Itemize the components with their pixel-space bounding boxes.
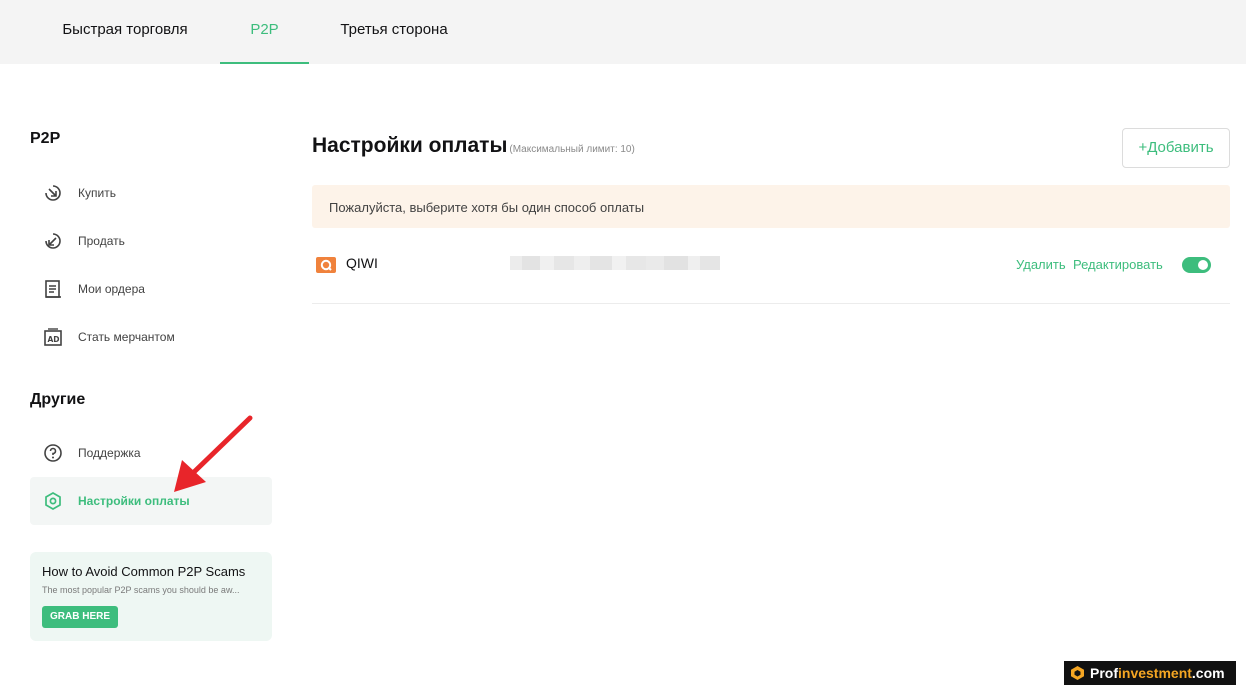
top-tab-bar: Быстрая торговля P2P Третья сторона	[0, 0, 1246, 64]
toggle-knob	[1198, 260, 1208, 270]
sidebar-item-label: Продать	[78, 234, 125, 248]
tab-third-party[interactable]: Третья сторона	[309, 0, 479, 64]
tab-p2p[interactable]: P2P	[220, 0, 309, 64]
sidebar-item-become-merchant[interactable]: AD Стать мерчантом	[30, 313, 272, 361]
promo-subtitle: The most popular P2P scams you should be…	[42, 585, 240, 595]
red-arrow-annotation	[174, 415, 253, 492]
watermark-text-prefix: Prof	[1090, 665, 1118, 681]
sidebar-item-buy[interactable]: Купить	[30, 169, 272, 217]
promo-card: How to Avoid Common P2P Scams The most p…	[30, 552, 272, 641]
sidebar-item-label: Мои ордера	[78, 282, 145, 296]
sidebar-heading-p2p: P2P	[30, 130, 61, 147]
buy-icon	[45, 185, 61, 201]
notice-text: Пожалуйста, выберите хотя бы один способ…	[329, 200, 645, 215]
svg-text:AD: AD	[48, 335, 60, 344]
tab-quick-trade[interactable]: Быстрая торговля	[30, 0, 220, 64]
edit-payment-button[interactable]: Редактировать	[1073, 257, 1163, 272]
promo-title: How to Avoid Common P2P Scams	[42, 564, 246, 579]
payment-method-row: QIWI Удалить Редактировать	[312, 240, 1230, 304]
payment-enabled-toggle[interactable]	[1182, 257, 1211, 273]
qiwi-logo-icon	[316, 257, 336, 273]
orders-icon	[45, 280, 61, 298]
limit-note: (Максимальный лимит: 10)	[509, 144, 635, 155]
watermark-logo-icon	[1071, 666, 1084, 680]
sidebar-item-orders[interactable]: Мои ордера	[30, 265, 272, 313]
grab-here-button[interactable]: GRAB HERE	[42, 606, 119, 628]
sidebar-item-sell[interactable]: Продать	[30, 217, 272, 265]
sidebar-item-label: Поддержка	[78, 446, 141, 460]
add-payment-button[interactable]: +Добавить	[1122, 128, 1230, 168]
sidebar-item-label: Купить	[78, 186, 116, 200]
notice-banner: Пожалуйста, выберите хотя бы один способ…	[312, 185, 1230, 228]
delete-payment-button[interactable]: Удалить	[1016, 257, 1066, 272]
sidebar-item-label: Стать мерчантом	[78, 330, 175, 344]
payment-settings-icon	[45, 492, 61, 510]
page-title-text: Настройки оплаты	[312, 134, 508, 157]
support-icon	[44, 444, 62, 462]
sell-icon	[45, 233, 61, 249]
watermark-text-suffix: .com	[1191, 665, 1225, 681]
masked-account-number	[510, 256, 732, 270]
watermark-text-accent: investment	[1118, 665, 1192, 681]
profinvestment-watermark: Profinvestment.com	[1064, 661, 1236, 685]
ad-merchant-icon: AD	[44, 328, 62, 346]
sidebar-heading-other: Другие	[30, 391, 86, 408]
page-title: Настройки оплаты (Максимальный лимит: 10)	[312, 134, 635, 158]
payment-method-name: QIWI	[346, 255, 378, 271]
